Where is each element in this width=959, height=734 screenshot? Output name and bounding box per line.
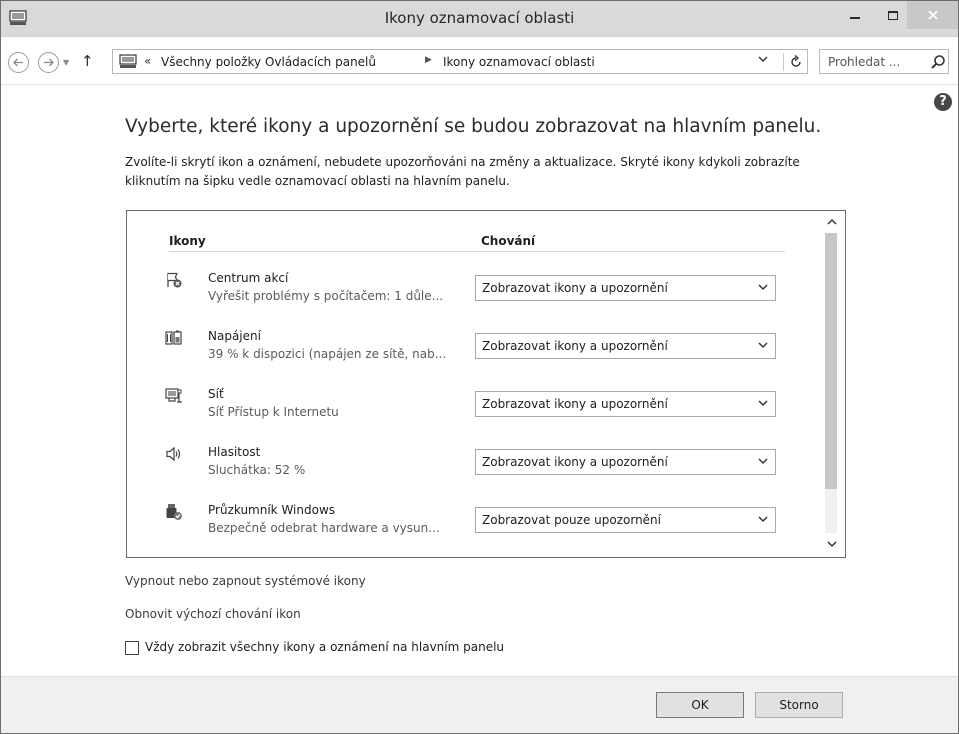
behavior-dropdown[interactable]: Zobrazovat ikony a upozornění [475, 449, 776, 475]
refresh-icon [790, 54, 801, 67]
behavior-selected-value: Zobrazovat ikony a upozornění [482, 397, 668, 411]
back-button[interactable] [8, 52, 29, 73]
column-header-icons: Ikony [169, 234, 206, 248]
dialog-footer: OK Storno [1, 676, 958, 733]
behavior-selected-value: Zobrazovat pouze upozornění [482, 513, 661, 527]
header-divider [169, 251, 785, 252]
minimize-icon [850, 17, 860, 19]
behavior-dropdown[interactable]: Zobrazovat ikony a upozornění [475, 391, 776, 417]
always-show-all-icons-checkbox[interactable] [125, 641, 139, 655]
list-item-network: Síť Síť Přístup k Internetu Zobrazovat i… [127, 385, 817, 441]
search-input[interactable]: Prohledat ... [828, 55, 900, 69]
item-description: Bezpečně odebrat hardware a vysun... [208, 521, 440, 535]
address-bar[interactable]: « Všechny položky Ovládacích panelů ▶ Ik… [112, 49, 808, 74]
item-name: Napájení [208, 329, 261, 343]
item-name: Síť [208, 387, 224, 401]
refresh-button[interactable] [783, 53, 807, 71]
usb-drive-icon [166, 504, 182, 520]
vertical-scrollbar[interactable] [820, 211, 845, 557]
address-dropdown-chevron-icon[interactable] [758, 55, 768, 66]
item-description: Síť Přístup k Internetu [208, 405, 339, 419]
behavior-selected-value: Zobrazovat ikony a upozornění [482, 455, 668, 469]
control-panel-icon [119, 54, 137, 68]
scroll-up-arrow-icon[interactable] [826, 217, 838, 227]
notification-icons-list: Ikony Chování Centrum akcí Vyřešit probl… [126, 210, 846, 558]
list-item-volume: Hlasitost Sluchátka: 52 % Zobrazovat iko… [127, 443, 817, 499]
forward-arrow-icon [44, 58, 54, 67]
navigation-bar: ▼ ↑ « Všechny položky Ovládacích panelů … [1, 37, 958, 85]
chevron-down-icon [758, 400, 768, 407]
behavior-dropdown[interactable]: Zobrazovat pouze upozornění [475, 507, 776, 533]
always-show-all-icons-label[interactable]: Vždy zobrazit všechny ikony a oznámení n… [145, 640, 504, 654]
toggle-system-icons-link[interactable]: Vypnout nebo zapnout systémové ikony [125, 574, 366, 588]
search-icon[interactable] [930, 54, 946, 70]
flag-icon [167, 272, 182, 288]
breadcrumb-all-control-panel-items[interactable]: Všechny položky Ovládacích panelů [161, 55, 376, 69]
help-icon[interactable]: ? [934, 93, 952, 111]
list-item-action-center: Centrum akcí Vyřešit problémy s počítače… [127, 269, 817, 325]
close-button[interactable] [907, 1, 958, 29]
item-description: 39 % k dispozici (napájen ze sítě, nab..… [208, 347, 447, 361]
item-name: Centrum akcí [208, 271, 289, 285]
item-description: Sluchátka: 52 % [208, 463, 306, 477]
chevron-down-icon [758, 516, 768, 523]
list-item-power: Napájení 39 % k dispozici (napájen ze sí… [127, 327, 817, 383]
breadcrumb-overflow[interactable]: « [144, 54, 151, 68]
scrollbar-thumb[interactable] [825, 233, 837, 489]
network-icon [165, 388, 182, 403]
item-name: Hlasitost [208, 445, 261, 459]
maximize-icon [888, 10, 898, 20]
breadcrumb-notification-area-icons[interactable]: Ikony oznamovací oblasti [443, 55, 595, 69]
restore-default-behavior-link[interactable]: Obnovit výchozí chování ikon [125, 607, 301, 621]
control-panel-window: Ikony oznamovací oblasti ▼ ↑ « Všechny p… [0, 0, 959, 734]
title-bar[interactable]: Ikony oznamovací oblasti [1, 1, 958, 37]
page-heading: Vyberte, které ikony a upozornění se bud… [125, 116, 822, 137]
behavior-selected-value: Zobrazovat ikony a upozornění [482, 339, 668, 353]
search-box[interactable]: Prohledat ... [819, 49, 949, 74]
close-icon [927, 10, 938, 20]
recent-locations-chevron-icon[interactable]: ▼ [63, 58, 69, 67]
item-description: Vyřešit problémy s počítačem: 1 důle... [208, 289, 444, 303]
back-arrow-icon [13, 58, 23, 67]
breadcrumb-separator-icon[interactable]: ▶ [425, 55, 432, 65]
ok-button[interactable]: OK [656, 692, 744, 718]
behavior-dropdown[interactable]: Zobrazovat ikony a upozornění [475, 275, 776, 301]
item-name: Průzkumník Windows [208, 503, 336, 517]
battery-icon [165, 330, 182, 345]
chevron-down-icon [758, 458, 768, 465]
speaker-icon [166, 446, 181, 462]
chevron-down-icon [758, 284, 768, 291]
up-arrow-button[interactable]: ↑ [81, 52, 94, 70]
behavior-selected-value: Zobrazovat ikony a upozornění [482, 281, 668, 295]
cancel-button[interactable]: Storno [755, 692, 843, 718]
forward-button[interactable] [38, 52, 59, 73]
window-title: Ikony oznamovací oblasti [384, 9, 575, 27]
chevron-down-icon [758, 342, 768, 349]
scroll-down-arrow-icon[interactable] [826, 539, 838, 549]
behavior-dropdown[interactable]: Zobrazovat ikony a upozornění [475, 333, 776, 359]
page-description: Zvolíte-li skrytí ikon a oznámení, nebud… [125, 155, 800, 188]
list-item-windows-explorer: Průzkumník Windows Bezpečně odebrat hard… [127, 501, 817, 557]
column-header-behavior: Chování [481, 234, 536, 248]
